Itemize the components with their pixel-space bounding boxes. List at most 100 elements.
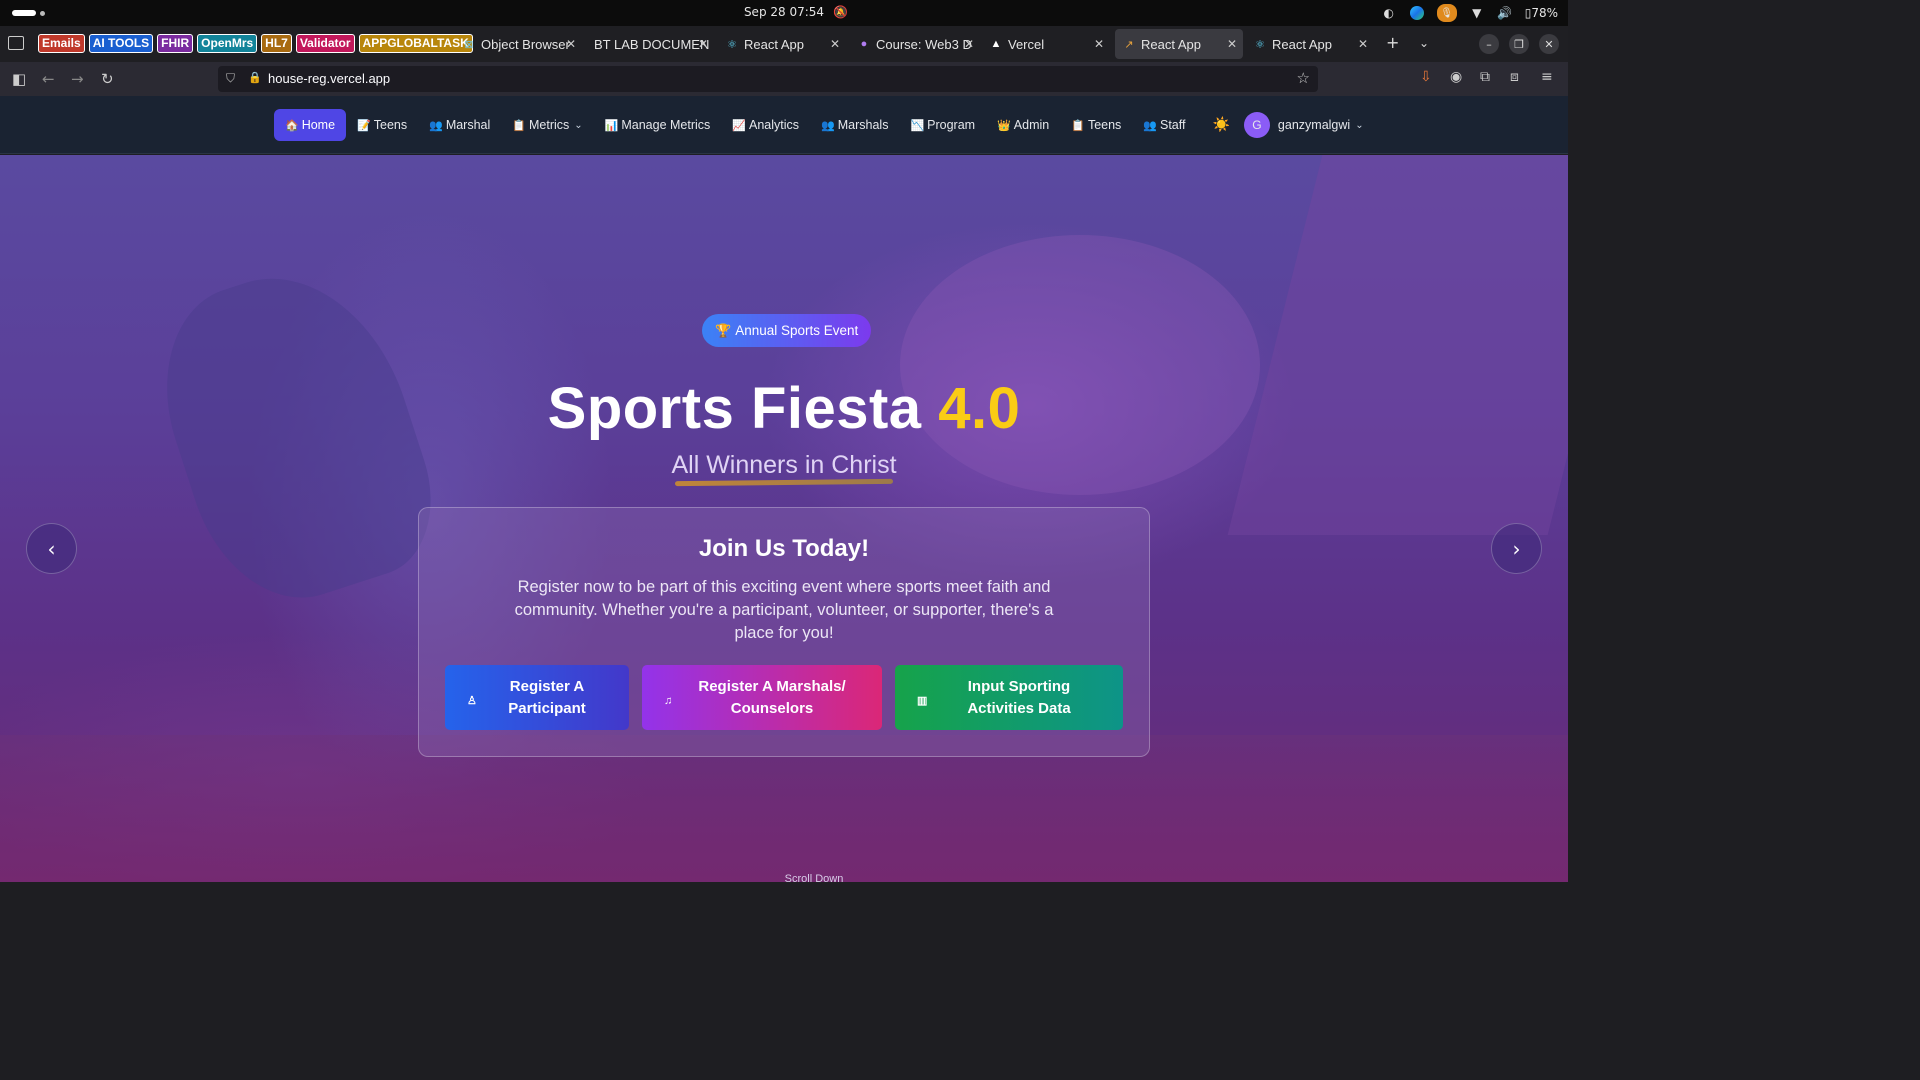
tab-react-app-1[interactable]: ⚛ React App ✕ <box>720 29 846 59</box>
pinned-tab-ai-tools[interactable]: AI TOOLS <box>88 34 154 53</box>
downloads-icon[interactable]: ⇩ <box>1420 69 1432 85</box>
annual-event-badge: 🏆 Annual Sports Event <box>702 314 872 347</box>
home-icon: 🏠 <box>285 119 299 132</box>
forward-arrow-icon[interactable]: → <box>71 71 84 87</box>
activities-indicator[interactable] <box>12 10 45 16</box>
people-icon: 👥 <box>1143 119 1157 132</box>
url-text[interactable]: house-reg.vercel.app <box>268 71 390 86</box>
hero-title: Sports Fiesta 4.0 <box>0 375 1568 442</box>
register-participant-button[interactable]: ♙ Register A Participant <box>445 665 629 730</box>
scroll-down-hint[interactable]: Scroll Down <box>0 873 1568 882</box>
bar-chart-icon: 📊 <box>604 119 619 132</box>
tab-title: React App <box>744 36 804 52</box>
close-tab-icon[interactable]: ✕ <box>1358 37 1368 51</box>
restore-window-icon[interactable]: ❐ <box>1509 34 1529 54</box>
chevron-left-icon: ‹ <box>47 536 56 561</box>
nav-home[interactable]: 🏠 Home <box>274 109 347 141</box>
reload-icon[interactable]: ↻ <box>101 71 114 87</box>
bookmark-star-icon[interactable]: ☆ <box>1297 69 1310 87</box>
edge-browser-icon[interactable] <box>1409 5 1425 21</box>
badge-label: Annual Sports Event <box>735 323 859 338</box>
app-main-nav: 🏠 Home 📝 Teens 👥 Marshal 📋 Metrics ⌄ 📊 Manage … <box>274 109 1375 141</box>
nav-analytics[interactable]: 📈 Analytics <box>721 109 810 141</box>
volume-icon[interactable]: 🔊 <box>1497 5 1513 21</box>
nav-marshal[interactable]: 👥 Marshal <box>418 109 501 141</box>
sidebar-toggle-icon[interactable]: ◧ <box>12 71 26 87</box>
tab-object-browser[interactable]: ⊠ Object Browser ✕ <box>458 29 582 59</box>
tab-title: BT LAB DOCUMEN <box>594 36 710 52</box>
nav-teens[interactable]: 📝 Teens <box>346 109 418 141</box>
pinned-tab-validator[interactable]: Validator <box>295 34 355 53</box>
extension-badge-icon[interactable]: ⧈ <box>1510 69 1519 85</box>
nav-manage-metrics[interactable]: 📊 Manage Metrics <box>594 109 722 141</box>
close-window-icon[interactable]: ✕ <box>1539 34 1559 54</box>
join-card: Join Us Today! Register now to be part o… <box>418 507 1150 757</box>
nav-label: Marshals <box>837 118 889 132</box>
close-tab-icon[interactable]: ✕ <box>698 37 708 51</box>
tab-list-icon[interactable] <box>8 36 24 50</box>
nav-staff[interactable]: 👥 Staff <box>1132 109 1196 141</box>
address-bar[interactable]: ⛉ 🔒 house-reg.vercel.app ☆ <box>218 66 1318 92</box>
nav-marshals[interactable]: 👥 Marshals <box>810 109 899 141</box>
pinned-tab-fhir[interactable]: FHIR <box>157 34 194 53</box>
subtitle-underline <box>674 478 894 487</box>
system-status-icon[interactable]: ◐ <box>1381 5 1397 21</box>
clipboard-icon: 📋 <box>512 119 526 132</box>
course-icon: ● <box>860 38 868 50</box>
nav-program[interactable]: 📉 Program <box>899 109 986 141</box>
nav-admin[interactable]: 👑 Admin <box>986 109 1060 141</box>
hero-section: 🏆 Annual Sports Event Sports Fiesta 4.0 … <box>0 155 1568 882</box>
react-icon: ⚛ <box>1255 38 1265 51</box>
button-label: Input Sporting Activities Data <box>967 677 1071 717</box>
close-tab-icon[interactable]: ✕ <box>1094 37 1104 51</box>
system-tray: ◐ 🎙 ▼ 🔊 ▯78% <box>1381 4 1558 22</box>
tab-title: Vercel <box>1008 36 1045 52</box>
nav-label: Marshal <box>445 118 491 132</box>
tab-react-app-active[interactable]: ↗ React App ✕ <box>1115 29 1243 59</box>
menu-hamburger-icon[interactable]: ≡ <box>1541 69 1553 85</box>
tab-course-web3[interactable]: ● Course: Web3 D ✕ <box>852 29 980 59</box>
trend-down-icon: 📉 <box>910 119 925 132</box>
minimize-window-icon[interactable]: – <box>1479 34 1499 54</box>
nav-teens-2[interactable]: 📋 Teens <box>1060 109 1132 141</box>
user-icon: ♙ <box>467 695 477 707</box>
back-arrow-icon[interactable]: ← <box>42 71 55 87</box>
pinned-tab-hl7[interactable]: HL7 <box>261 34 292 53</box>
tracking-shield-icon[interactable]: ⛉ <box>226 71 235 86</box>
input-sporting-data-button[interactable]: ▥ Input Sporting Activities Data <box>895 665 1123 730</box>
avatar: G <box>1243 112 1270 138</box>
tab-vercel[interactable]: ▲ Vercel ✕ <box>984 29 1110 59</box>
nav-metrics-dropdown[interactable]: 📋 Metrics ⌄ <box>501 109 593 141</box>
tab-react-app-3[interactable]: ⚛ React App ✕ <box>1248 29 1374 59</box>
new-tab-icon[interactable]: + <box>1386 35 1399 51</box>
close-tab-icon[interactable]: ✕ <box>1227 37 1237 51</box>
lock-icon[interactable]: 🔒 <box>248 71 262 84</box>
battery-status[interactable]: ▯78% <box>1525 6 1558 20</box>
pinned-tab-emails[interactable]: Emails <box>38 34 85 53</box>
register-marshals-button[interactable]: ♫ Register A Marshals/ Counselors <box>642 665 882 730</box>
profile-icon[interactable]: ◉ <box>1450 69 1462 85</box>
notifications-muted-icon[interactable]: 🔕 <box>833 5 848 19</box>
workspace-dot <box>40 10 45 16</box>
microphone-icon[interactable]: 🎙 <box>1436 4 1457 22</box>
pinned-tab-appglobaltask[interactable]: APPGLOBALTASK <box>358 34 473 53</box>
wifi-icon[interactable]: ▼ <box>1469 5 1485 21</box>
os-datetime[interactable]: Sep 28 07:54 <box>744 5 824 19</box>
tab-bt-lab-document[interactable]: BT LAB DOCUMEN ✕ <box>588 29 714 59</box>
extensions-icon[interactable]: ⧉ <box>1480 69 1490 85</box>
tab-title: React App <box>1141 36 1201 52</box>
theme-toggle-sun-icon[interactable]: ☀️ <box>1196 117 1243 133</box>
carousel-next-button[interactable]: › <box>1491 523 1542 574</box>
tab-overflow-chevron-icon[interactable]: ⌄ <box>1419 36 1429 50</box>
close-tab-icon[interactable]: ✕ <box>566 37 576 51</box>
people-icon: 👥 <box>429 119 443 132</box>
pinned-tab-openmrs[interactable]: OpenMrs <box>197 34 258 53</box>
carousel-prev-button[interactable]: ‹ <box>26 523 77 574</box>
close-tab-icon[interactable]: ✕ <box>964 37 974 51</box>
close-tab-icon[interactable]: ✕ <box>830 37 840 51</box>
button-label: Register A Participant <box>508 677 586 717</box>
pinned-bookmarks: Emails AI TOOLS FHIR OpenMrs HL7 Validat… <box>38 34 473 53</box>
user-menu[interactable]: G ganzymalgwi ⌄ <box>1243 109 1375 141</box>
clipboard-icon: 📋 <box>1071 119 1085 132</box>
trophy-icon: 🏆 <box>715 322 732 338</box>
